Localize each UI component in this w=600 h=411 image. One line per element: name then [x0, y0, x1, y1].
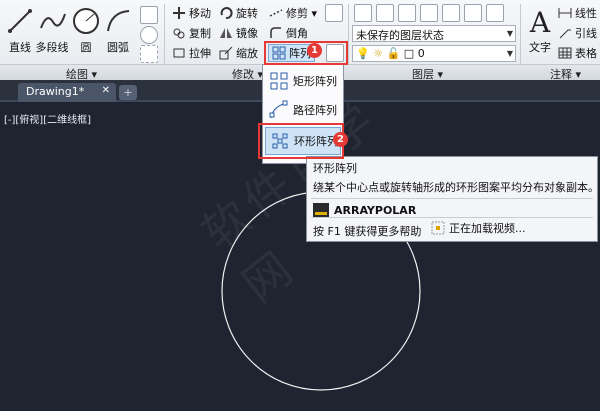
- sun-icon: ☼: [373, 47, 384, 60]
- circle-icon: [73, 8, 99, 34]
- mirror-button[interactable]: 镜像: [219, 24, 258, 42]
- leader-button[interactable]: 引线: [558, 24, 597, 42]
- stretch-button[interactable]: 拉伸: [172, 44, 211, 62]
- divider: [311, 198, 593, 199]
- leader-label: 引线: [575, 27, 597, 40]
- layer-properties-icon[interactable]: [354, 4, 372, 22]
- step-badge-2: 2: [333, 132, 348, 147]
- trim-icon: [269, 9, 283, 17]
- circle-label: 圆: [80, 41, 92, 54]
- layer-freeze-icon[interactable]: [420, 4, 438, 22]
- text-label: 文字: [529, 41, 551, 54]
- autocad-cmd-icon: [313, 203, 329, 217]
- scale-icon: [219, 46, 233, 60]
- layer-state-value: 未保存的图层状态: [356, 29, 444, 42]
- command-tooltip: 环形阵列 绕某个中心点或旋转轴形成的环形图案平均分布对象副本。 ARRAYPOL…: [306, 156, 599, 242]
- rectangle-icon[interactable]: [140, 6, 158, 24]
- tab-drawing1[interactable]: Drawing1* ✕: [18, 83, 116, 102]
- menu-item-label: 路径阵列: [293, 104, 337, 117]
- arc-label: 圆弧: [107, 41, 129, 54]
- trim-button[interactable]: 修剪 ▾: [269, 4, 317, 22]
- tab-label: Drawing1*: [26, 85, 85, 98]
- scale-button[interactable]: 缩放: [219, 44, 258, 62]
- copy-label: 复制: [189, 27, 211, 40]
- menu-item-rect-array[interactable]: 矩形阵列: [265, 67, 341, 95]
- rect-array-icon: [270, 72, 288, 90]
- tooltip-command: ARRAYPOLAR: [313, 203, 416, 217]
- current-layer-value: 0: [417, 47, 425, 60]
- brush-icon[interactable]: [325, 4, 343, 22]
- divider: [311, 217, 593, 218]
- table-button[interactable]: 表格: [558, 44, 597, 62]
- line-label: 直线: [9, 41, 31, 54]
- table-icon: [558, 47, 572, 59]
- copy-icon: [173, 28, 185, 39]
- chevron-down-icon: ▼: [506, 49, 513, 58]
- step-badge-1: 1: [307, 43, 322, 58]
- layer-isolate-icon[interactable]: [398, 4, 416, 22]
- highlight-array-button: [264, 41, 348, 65]
- polyline-icon: [40, 13, 66, 29]
- video-loading-icon: [431, 221, 445, 235]
- ellipse-icon[interactable]: [140, 26, 158, 44]
- table-label: 表格: [575, 47, 597, 60]
- rotate-label: 旋转: [236, 7, 258, 20]
- tooltip-video: 正在加载视频...: [431, 220, 526, 236]
- unlock-icon: 🔓: [386, 47, 401, 60]
- rotate-button[interactable]: 旋转: [219, 4, 258, 22]
- tooltip-help: 按 F1 键获得更多帮助: [313, 225, 422, 238]
- fillet-button[interactable]: 倒角: [269, 24, 308, 42]
- layer-lock-icon[interactable]: [464, 4, 482, 22]
- new-tab-button[interactable]: +: [119, 85, 137, 100]
- path-array-icon: [269, 100, 288, 119]
- circle-button[interactable]: 圆: [68, 6, 104, 55]
- color-swatch-icon: □: [403, 47, 415, 60]
- tooltip-description: 绕某个中心点或旋转轴形成的环形图案平均分布对象副本。: [313, 181, 599, 194]
- tooltip-title: 环形阵列: [313, 162, 357, 175]
- move-icon: [173, 7, 185, 19]
- text-a-icon: A: [529, 6, 551, 36]
- highlight-polar-array: [258, 123, 344, 159]
- hatch-icon[interactable]: [140, 45, 158, 63]
- layer-icon[interactable]: [376, 4, 394, 22]
- linear-dim-button[interactable]: 线性: [558, 4, 597, 22]
- chevron-down-icon: ▼: [506, 29, 513, 38]
- dimension-icon: [558, 8, 572, 18]
- arc-button[interactable]: 圆弧: [100, 6, 136, 55]
- copy-button[interactable]: 复制: [172, 24, 211, 42]
- menu-item-label: 矩形阵列: [293, 75, 337, 88]
- linear-label: 线性: [575, 7, 597, 20]
- layer-match-icon[interactable]: [486, 4, 504, 22]
- line-icon: [8, 9, 32, 33]
- text-button[interactable]: A 文字: [524, 6, 556, 55]
- stretch-label: 拉伸: [189, 47, 211, 60]
- svg-text:A: A: [529, 6, 551, 36]
- close-icon[interactable]: ✕: [102, 85, 110, 96]
- command-name: ARRAYPOLAR: [334, 203, 417, 217]
- current-layer-dropdown[interactable]: 💡 ☼ 🔓 □ 0 ▼: [352, 45, 516, 62]
- bulb-icon: 💡: [356, 47, 370, 60]
- rotate-icon: [220, 7, 233, 20]
- layer-off-icon[interactable]: [442, 4, 460, 22]
- stretch-icon: [173, 48, 185, 58]
- layer-state-dropdown[interactable]: 未保存的图层状态 ▼: [352, 25, 516, 42]
- move-label: 移动: [189, 7, 211, 20]
- video-label: 正在加载视频...: [449, 222, 526, 235]
- line-button[interactable]: 直线: [2, 6, 38, 55]
- mirror-icon: [220, 28, 232, 38]
- mirror-label: 镜像: [236, 27, 258, 40]
- fillet-label: 倒角: [286, 27, 308, 40]
- fillet-icon: [270, 27, 281, 38]
- arc-icon: [107, 10, 130, 32]
- menu-item-path-array[interactable]: 路径阵列: [265, 96, 341, 124]
- move-button[interactable]: 移动: [172, 4, 211, 22]
- polyline-button[interactable]: 多段线: [34, 6, 70, 55]
- trim-label: 修剪 ▾: [286, 7, 318, 20]
- polyline-label: 多段线: [35, 41, 69, 54]
- scale-label: 缩放: [236, 47, 258, 60]
- leader-icon: [559, 29, 571, 39]
